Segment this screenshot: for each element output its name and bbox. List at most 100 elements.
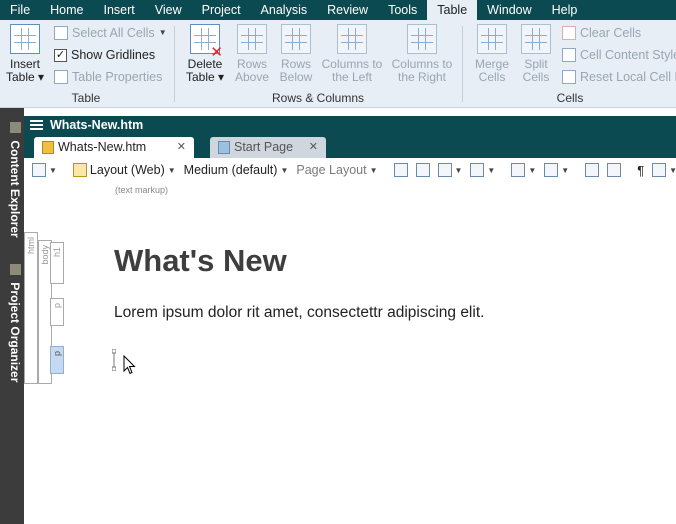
menu-file[interactable]: File [0, 0, 40, 20]
mouse-pointer-icon [123, 355, 136, 375]
empty-paragraph-marker[interactable] [112, 349, 116, 371]
page-layout-dropdown[interactable]: Page Layout ▼ [296, 163, 377, 177]
show-gridlines-checkbox[interactable]: ✓ Show Gridlines [54, 46, 155, 64]
preview-button[interactable] [393, 163, 408, 177]
insert-table-label-2: Table ▾ [5, 70, 45, 84]
split-cells-button[interactable]: Split Cells [516, 24, 556, 84]
span-bars-button[interactable] [607, 163, 622, 177]
body-paragraph[interactable]: Lorem ipsum dolor rit amet, consectettr … [114, 304, 484, 322]
document-title-bar: Whats-New.htm [24, 116, 676, 134]
columns-right-label-2: the Right [397, 70, 447, 84]
show-tags-button[interactable] [415, 163, 430, 177]
conditions-icon [511, 163, 526, 177]
menu-tools[interactable]: Tools [378, 0, 427, 20]
structure-bar-h1-label: h1 [52, 247, 62, 258]
ribbon: Insert Table ▾ Select All Cells ▼ ✓ Show… [0, 20, 676, 108]
table-properties-button[interactable]: Table Properties [54, 68, 162, 86]
rows-below-button[interactable]: Rows Below [274, 24, 318, 84]
rows-above-icon [237, 24, 267, 54]
tab-start-page[interactable]: Start Page ✕ [210, 137, 326, 158]
eye-icon [652, 163, 667, 177]
project-organizer-tab[interactable]: Project Organizer [2, 264, 22, 382]
merge-cells-icon [477, 24, 507, 54]
structure-bar-html[interactable]: html [24, 232, 38, 384]
show-paragraph-marks-button[interactable]: ¶ [637, 163, 644, 178]
rows-above-button[interactable]: Rows Above [230, 24, 274, 84]
insert-table-icon [10, 24, 40, 54]
html-file-icon [42, 141, 54, 154]
cells-group-label: Cells [556, 91, 584, 105]
reset-local-cell-button[interactable]: Reset Local Cell Fo [562, 68, 676, 86]
show-gridlines-label: Show Gridlines [71, 48, 156, 62]
markers-dropdown[interactable]: ▼ [470, 163, 495, 177]
hamburger-menu-icon[interactable] [30, 120, 43, 130]
magnifier-icon [32, 163, 46, 177]
close-icon[interactable]: ✕ [177, 137, 186, 157]
eraser-icon [562, 26, 576, 40]
clear-cells-label: Clear Cells [580, 26, 642, 40]
menu-review[interactable]: Review [317, 0, 378, 20]
delete-table-button[interactable]: ✕ Delete Table ▾ [182, 24, 228, 84]
chevron-down-icon: ▼ [561, 165, 570, 175]
menu-insert[interactable]: Insert [94, 0, 145, 20]
track-changes-dropdown[interactable]: ▼ [652, 163, 676, 177]
image-icon [437, 163, 452, 177]
chevron-down-icon: ▼ [167, 165, 176, 175]
block-bars-button[interactable] [585, 163, 600, 177]
layout-icon [72, 163, 87, 177]
content-explorer-tab[interactable]: Content Explorer [2, 122, 22, 238]
clear-cells-button[interactable]: Clear Cells [562, 24, 641, 42]
images-dropdown[interactable]: ▼ [437, 163, 462, 177]
menu-table[interactable]: Table [427, 0, 478, 20]
tab-whats-new-label: Whats-New.htm [58, 140, 147, 154]
tab-whats-new[interactable]: Whats-New.htm ✕ [34, 137, 194, 158]
columns-left-button[interactable]: Columns to the Left [318, 24, 386, 84]
content-explorer-label: Content Explorer [8, 140, 22, 238]
menu-analysis[interactable]: Analysis [251, 0, 318, 20]
merge-cells-button[interactable]: Merge Cells [470, 24, 514, 84]
rows-below-label-2: Below [279, 70, 313, 84]
close-icon[interactable]: ✕ [309, 137, 318, 157]
tab-start-page-label: Start Page [234, 140, 294, 154]
chevron-down-icon: ▼ [369, 165, 378, 175]
rows-columns-group: ✕ Delete Table ▾ Rows Above Rows Below C… [176, 20, 460, 107]
rows-columns-group-label: Rows & Columns [271, 91, 365, 105]
columns-left-icon [337, 24, 367, 54]
cell-content-style-button[interactable]: Cell Content Style [562, 46, 676, 64]
structure-bar-h1[interactable]: h1 [50, 242, 64, 284]
select-all-cells-button[interactable]: Select All Cells ▼ [54, 24, 167, 42]
left-dock: Content Explorer Project Organizer [0, 108, 24, 524]
menu-window[interactable]: Window [477, 0, 541, 20]
conditions-dropdown[interactable]: ▼ [511, 163, 536, 177]
menu-view[interactable]: View [145, 0, 192, 20]
medium-dropdown[interactable]: Medium (default) ▼ [184, 163, 289, 177]
menu-help[interactable]: Help [542, 0, 588, 20]
chevron-down-icon: ▼ [49, 165, 57, 175]
variables-dropdown[interactable]: ▼ [544, 163, 569, 177]
menu-project[interactable]: Project [192, 0, 251, 20]
structure-bar-p-label: p [52, 303, 62, 309]
page-heading[interactable]: What's New [114, 243, 287, 279]
text-markup-label: (text markup) [115, 185, 169, 195]
table-group: Insert Table ▾ Select All Cells ▼ ✓ Show… [0, 20, 172, 107]
structure-bar-body-label: body [40, 245, 50, 265]
group-divider [462, 26, 463, 102]
structure-bar-p[interactable]: p [50, 298, 64, 326]
cells-group: Merge Cells Split Cells Clear Cells Cell… [464, 20, 676, 107]
structure-bar-p-selected[interactable]: p [50, 346, 64, 374]
pilcrow-icon: ¶ [637, 162, 645, 178]
structure-bar-html-label: html [26, 237, 36, 255]
block-bars-icon [585, 163, 600, 177]
layout-dropdown[interactable]: Layout (Web) ▼ [72, 163, 176, 177]
rows-below-icon [281, 24, 311, 54]
merge-cells-label-2: Cells [478, 70, 506, 84]
insert-table-button[interactable]: Insert Table ▾ [4, 24, 46, 84]
preview-icon [393, 163, 408, 177]
select-all-cells-label: Select All Cells [72, 26, 155, 40]
zoom-dropdown[interactable]: ▼ [32, 163, 57, 177]
structure-bar-p-selected-label: p [52, 351, 62, 357]
columns-right-button[interactable]: Columns to the Right [388, 24, 456, 84]
menu-home[interactable]: Home [40, 0, 93, 20]
tags-icon [415, 163, 430, 177]
menu-bar: File Home Insert View Project Analysis R… [0, 0, 676, 20]
